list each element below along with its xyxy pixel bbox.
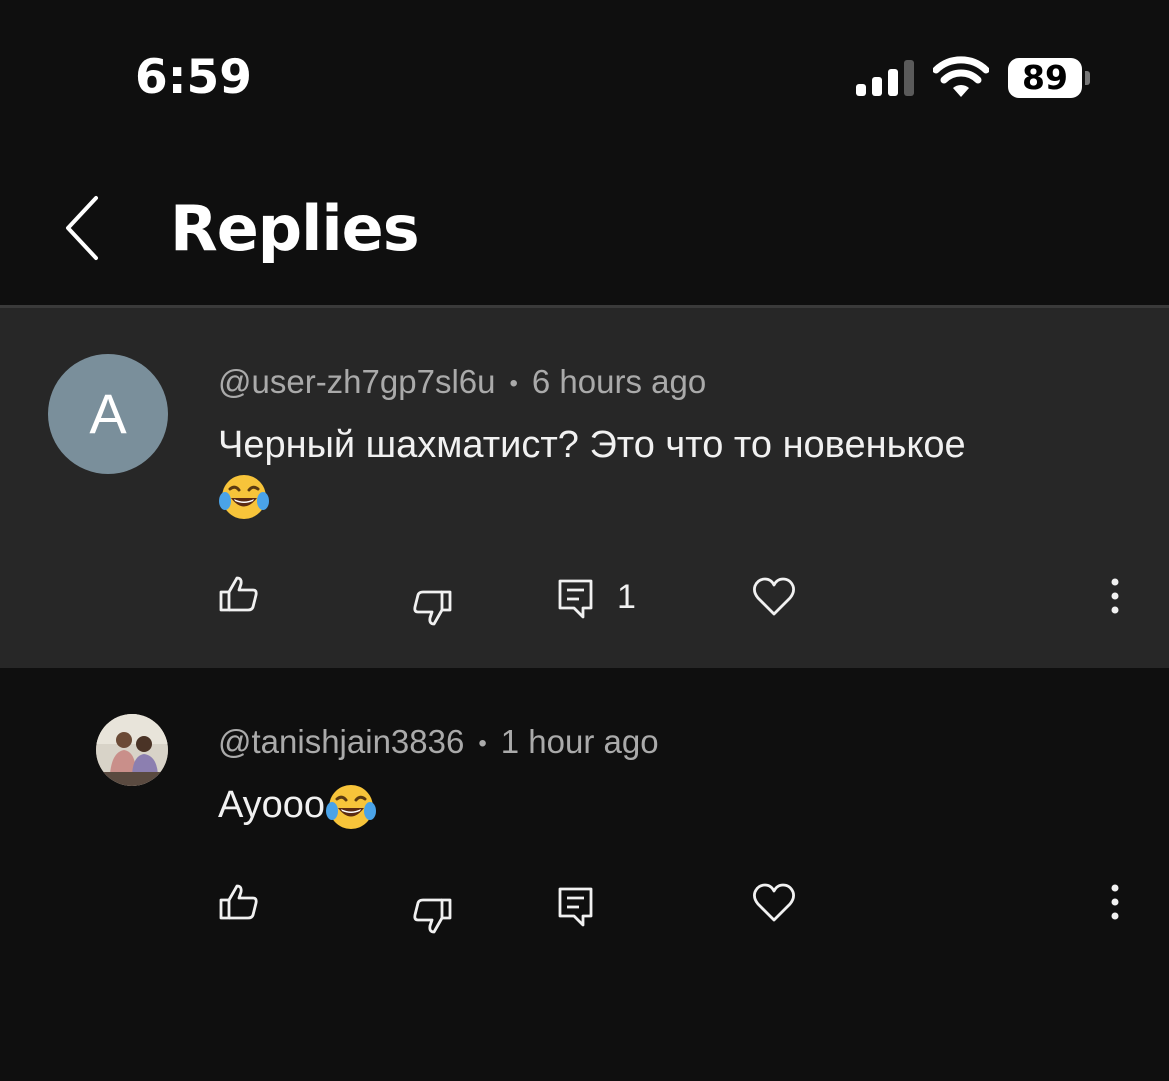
parent-comment: A @user-zh7gp7sl6u • 6 hours ago Черный ша… — [0, 308, 1169, 668]
reply-button[interactable] — [557, 578, 595, 620]
comment-text-content: Черный шахматист? Это что то новенькое — [218, 424, 966, 466]
reply-author[interactable]: @tanishjain3836 — [218, 723, 464, 760]
thumbs-up-icon — [219, 884, 258, 920]
avatar[interactable] — [96, 714, 168, 786]
like-button[interactable] — [218, 882, 260, 922]
laughing-emoji-icon — [219, 474, 269, 519]
chevron-left-icon — [66, 196, 98, 260]
like-button[interactable] — [218, 574, 260, 614]
comment-author[interactable]: @user-zh7gp7sl6u — [218, 363, 496, 400]
avatar[interactable]: A — [48, 354, 168, 474]
reply-count: 1 — [617, 578, 636, 616]
reply-text-content: Ayooo — [218, 784, 326, 826]
heart-icon — [753, 577, 795, 616]
more-options-button[interactable] — [1100, 576, 1130, 618]
status-time: 6:59 — [135, 50, 252, 105]
profile-photo-icon — [96, 714, 168, 786]
battery-indicator: 89 — [1008, 58, 1082, 98]
more-vertical-icon — [1111, 578, 1119, 614]
comment-icon — [558, 579, 593, 619]
dislike-button[interactable] — [411, 588, 453, 628]
more-options-button[interactable] — [1100, 882, 1130, 924]
thumbs-down-icon — [413, 590, 452, 626]
wifi-icon — [933, 56, 989, 97]
battery-level: 89 — [1022, 58, 1068, 97]
meta-separator: • — [509, 370, 518, 398]
reply-meta: @tanishjain3836 • 1 hour ago — [218, 723, 659, 761]
comment-text: Черный шахматист? Это что то новенькое — [218, 420, 1118, 523]
reply-time: 1 hour ago — [500, 723, 659, 760]
signal-icon — [856, 60, 914, 96]
comment-time: 6 hours ago — [531, 363, 707, 400]
heart-button[interactable] — [752, 576, 796, 618]
page-title: Replies — [170, 192, 420, 265]
back-button[interactable] — [52, 188, 122, 268]
comment-meta: @user-zh7gp7sl6u • 6 hours ago — [218, 363, 706, 401]
reply-text: Ayooo — [218, 780, 377, 833]
heart-icon — [753, 883, 795, 922]
heart-button[interactable] — [752, 882, 796, 924]
header: Replies — [0, 150, 1169, 306]
status-bar: 6:59 89 — [0, 0, 1169, 150]
battery-cap — [1085, 71, 1090, 85]
more-vertical-icon — [1111, 884, 1119, 920]
dislike-button[interactable] — [411, 896, 453, 936]
thumbs-down-icon — [413, 898, 452, 934]
reply-comment: @tanishjain3836 • 1 hour ago Ayooo — [0, 668, 1169, 1081]
laughing-emoji-icon — [326, 784, 377, 829]
thumbs-up-icon — [219, 576, 258, 612]
comment-icon — [558, 887, 593, 927]
meta-separator: • — [478, 730, 487, 758]
reply-button[interactable] — [557, 886, 595, 928]
